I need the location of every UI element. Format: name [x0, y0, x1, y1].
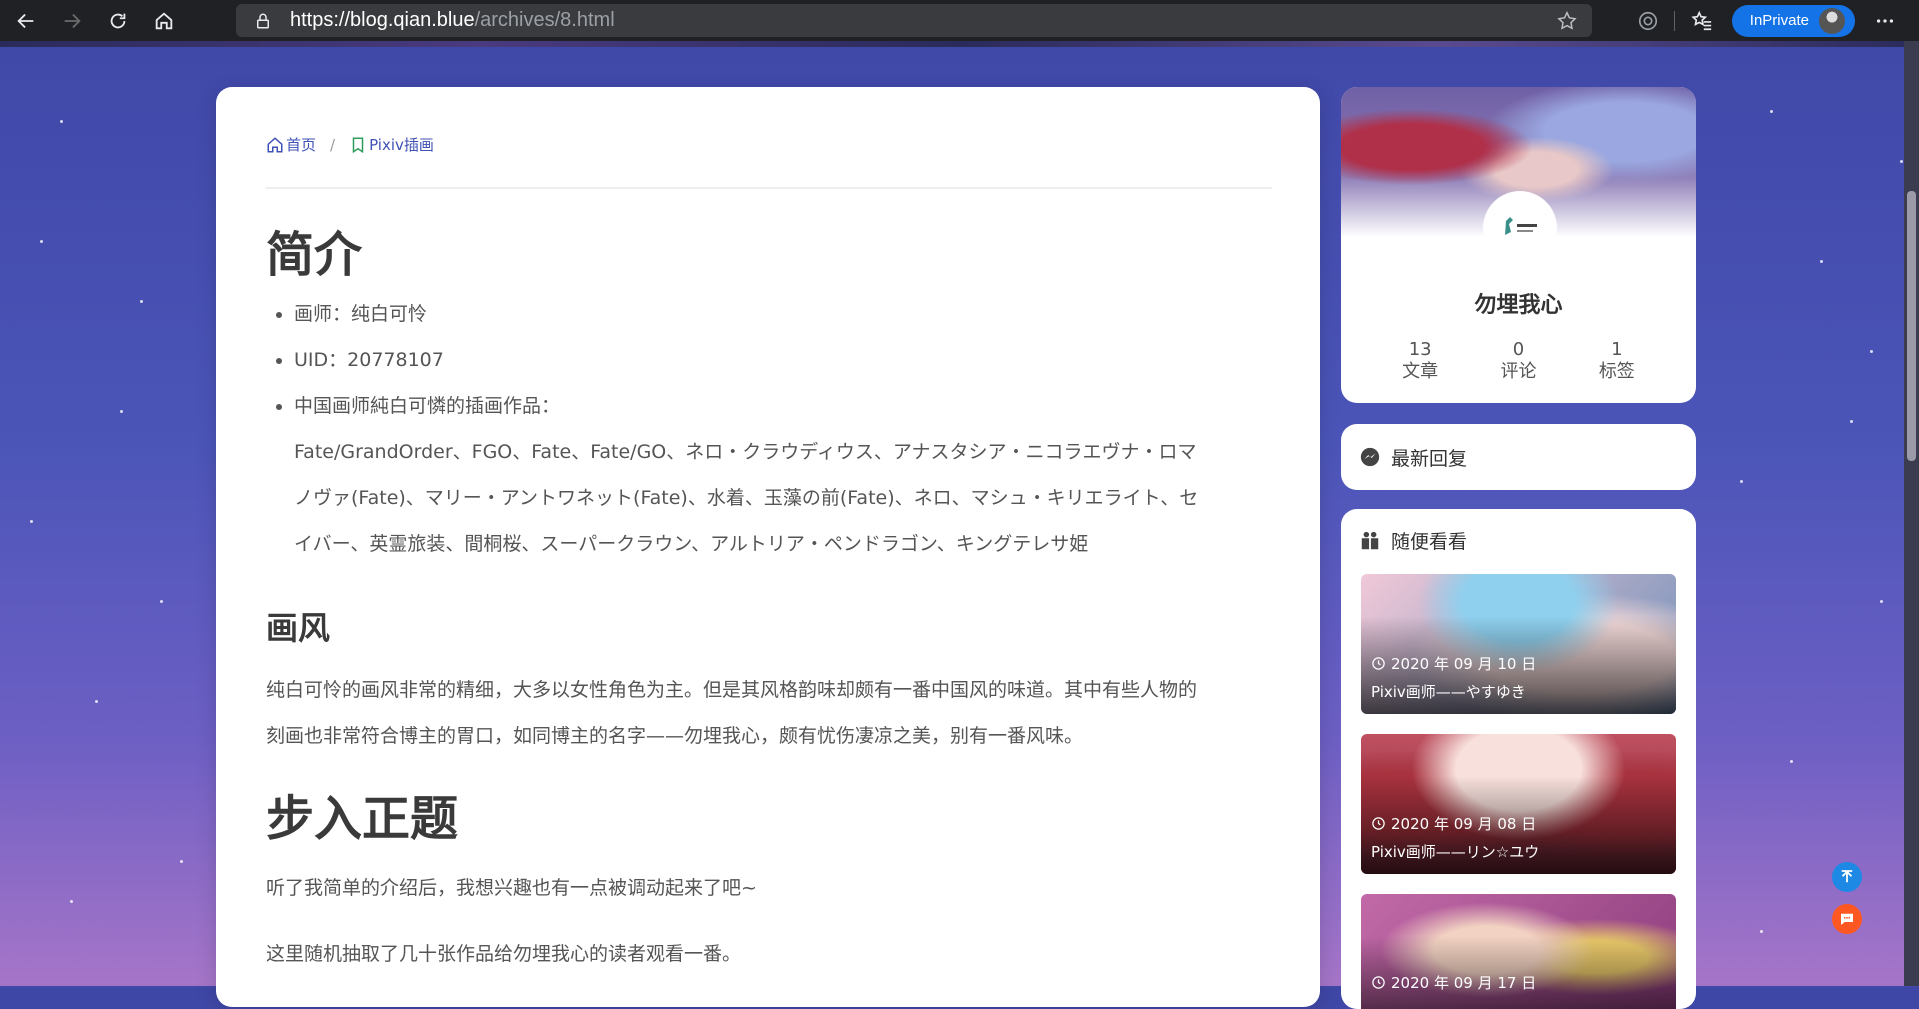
post-date: 2020 年 09 月 08 日 [1371, 813, 1536, 834]
heading-style: 画风 [266, 609, 331, 647]
article-card: 首页 / Pixiv插画 简介 画师：纯白可怜 UID：20778107 中国画… [216, 87, 1320, 1007]
paragraph: 刻画也非常符合博主的胃口，如同博主的名字——勿埋我心，颇有忧伤凄凉之美，别有一番… [266, 725, 1084, 747]
star-dot [30, 520, 33, 523]
profile-card: 勿埋我心 13 文章 0 评论 1 标签 [1341, 87, 1696, 403]
page-scrollbar[interactable] [1904, 41, 1919, 986]
star-dot [1880, 600, 1883, 603]
star-dot [1740, 480, 1743, 483]
intro-list: 画师：纯白可怜 UID：20778107 中国画师純白可憐的插画作品： Fate… [266, 291, 1276, 567]
article-content: 简介 画师：纯白可怜 UID：20778107 中国画师純白可憐的插画作品： F… [266, 207, 1276, 977]
list-item: UID：20778107 [294, 337, 1276, 383]
messenger-icon [1360, 447, 1380, 467]
post-title: Pixiv画师——やすゆき [1371, 683, 1526, 701]
profile-stats: 13 文章 0 评论 1 标签 [1341, 339, 1696, 383]
star-dot [1850, 420, 1853, 423]
header-banner-strip [0, 41, 1919, 47]
divider [266, 187, 1272, 189]
post-card[interactable]: 2020 年 09 月 17 日 [1361, 894, 1676, 1009]
arrow-up-icon [1841, 870, 1853, 883]
avatar[interactable] [1487, 195, 1553, 261]
back-button[interactable] [8, 3, 44, 39]
stat-comments[interactable]: 0 评论 [1500, 339, 1536, 383]
breadcrumb-home-link[interactable]: 首页 [286, 134, 316, 155]
star-dot [40, 240, 43, 243]
list-item: 画师：纯白可怜 [294, 291, 1276, 337]
star-dot [1790, 760, 1793, 763]
chat-button[interactable] [1832, 904, 1862, 934]
home-button[interactable] [146, 3, 182, 39]
scrollbar-thumb[interactable] [1907, 191, 1916, 461]
post-date: 2020 年 09 月 10 日 [1371, 653, 1536, 674]
favorite-star-icon[interactable] [1556, 10, 1578, 32]
heading-main: 步入正题 [266, 791, 459, 847]
stat-tags[interactable]: 1 标签 [1599, 339, 1635, 383]
url-text: https://blog.qian.blue/archives/8.html [290, 9, 615, 31]
star-dot [70, 900, 73, 903]
star-dot [120, 410, 123, 413]
bookmark-icon [352, 137, 364, 153]
post-card[interactable]: 2020 年 09 月 08 日 Pixiv画师——リン☆ユウ [1361, 734, 1676, 874]
star-dot [160, 600, 163, 603]
profile-avatar-icon [1819, 7, 1845, 34]
refresh-button[interactable] [100, 3, 136, 39]
recent-replies-title: 最新回复 [1391, 447, 1468, 470]
star-dot [1900, 160, 1903, 163]
gift-icon [1361, 531, 1379, 549]
more-menu-icon[interactable] [1865, 1, 1905, 41]
clock-icon [1372, 817, 1385, 830]
tracking-icon[interactable] [1628, 1, 1668, 41]
star-dot [1760, 930, 1763, 933]
breadcrumb-category-link[interactable]: Pixiv插画 [369, 134, 434, 155]
lock-icon [257, 13, 269, 28]
forward-button[interactable] [54, 3, 90, 39]
random-posts-card: 随便看看 2020 年 09 月 10 日 Pixiv画师——やすゆき 2020… [1341, 509, 1696, 1009]
chat-icon [1841, 913, 1853, 925]
post-card[interactable]: 2020 年 09 月 10 日 Pixiv画师——やすゆき [1361, 574, 1676, 714]
address-bar[interactable]: https://blog.qian.blue/archives/8.html [236, 4, 1592, 37]
back-to-top-button[interactable] [1832, 862, 1862, 892]
post-date: 2020 年 09 月 17 日 [1371, 972, 1536, 993]
breadcrumb-separator: / [330, 135, 336, 154]
post-title: Pixiv画师——リン☆ユウ [1371, 843, 1540, 861]
recent-replies-card[interactable]: 最新回复 [1341, 424, 1696, 490]
breadcrumb: 首页 / Pixiv插画 [266, 134, 434, 155]
star-dot [1870, 350, 1873, 353]
home-icon [267, 136, 283, 152]
paragraph: 纯白可怜的画风非常的精细，大多以女性角色为主。但是其风格韵味却颇有一番中国风的味… [266, 679, 1198, 701]
star-dot [95, 700, 98, 703]
heading-intro: 简介 [266, 227, 363, 283]
profile-name: 勿埋我心 [1474, 293, 1563, 318]
clock-icon [1372, 657, 1385, 670]
star-dot [140, 300, 143, 303]
paragraph: 这里随机抽取了几十张作品给勿埋我心的读者观看一番。 [266, 943, 742, 965]
stat-articles[interactable]: 13 文章 [1402, 339, 1438, 383]
random-posts-title: 随便看看 [1391, 531, 1468, 553]
clock-icon [1372, 976, 1385, 989]
star-dot [180, 860, 183, 863]
star-dot [1770, 110, 1773, 113]
paragraph: 听了我简单的介绍后，我想兴趣也有一点被调动起来了吧~ [266, 877, 757, 899]
inprivate-badge[interactable]: InPrivate [1731, 4, 1855, 37]
favorites-icon[interactable] [1682, 1, 1722, 41]
star-dot [1820, 260, 1823, 263]
random-posts-header: 随便看看 [1341, 527, 1467, 554]
divider [1668, 1, 1682, 41]
star-dot [60, 120, 63, 123]
browser-toolbar: https://blog.qian.blue/archives/8.html I… [0, 0, 1919, 41]
list-item: 中国画师純白可憐的插画作品： Fate/GrandOrder、FGO、Fate、… [294, 383, 1276, 567]
